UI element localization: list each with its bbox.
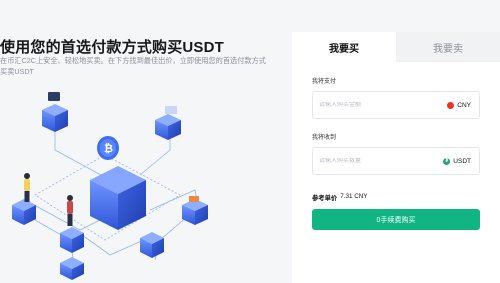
page-title: 使用您的首选付款方式购买USDT (0, 39, 225, 56)
pay-currency-label: CNY (457, 101, 471, 109)
pay-label: 我将支付 (312, 79, 337, 85)
reference-price-label: 参考单价 (312, 195, 338, 202)
pay-amount-input[interactable] (319, 102, 429, 108)
person-figure (67, 195, 73, 226)
tether-icon: ₮ (443, 157, 451, 165)
receive-currency-label: USDT (453, 157, 471, 165)
receive-field: ₮ USDT (312, 147, 480, 175)
svg-text:₿: ₿ (104, 142, 113, 155)
trade-tabs: 我要买 我要卖 (292, 32, 500, 62)
pay-currency-select[interactable]: CNY (447, 101, 471, 109)
reference-price: 参考单价 7.31 CNY (312, 193, 480, 202)
tab-buy[interactable]: 我要买 (292, 32, 396, 62)
node-block (140, 232, 164, 258)
node-block (60, 257, 84, 280)
node-block (155, 106, 181, 140)
cny-flag-icon (447, 101, 455, 109)
trade-form: 我将支付 CNY 我将收到 ₮ USDT 参考单价 7.31 CNY 0手续费购… (292, 76, 500, 230)
reference-price-value: 7.31 CNY (340, 193, 368, 200)
receive-label: 我将收到 (312, 135, 337, 141)
tab-sell[interactable]: 我要卖 (396, 32, 500, 62)
buy-button[interactable]: 0手续费购买 (312, 209, 480, 230)
person-figure (24, 173, 30, 202)
page-subtitle: 在币汇C2C上安全、轻松地买卖。在下方找到最佳出价，立即使用您的首选付款方式买卖… (0, 56, 266, 76)
bitcoin-icon: ₿ (97, 136, 119, 160)
trade-card: 我要买 我要卖 我将支付 CNY 我将收到 ₮ USDT 参考单价 7.31 C… (292, 32, 500, 283)
node-block (182, 196, 208, 225)
blockchain-network-illustration: ₿ (12, 92, 208, 280)
pay-field: CNY (312, 91, 480, 119)
node-block (12, 199, 36, 225)
node-block (60, 227, 84, 253)
node-block (42, 92, 68, 132)
receive-amount-input[interactable] (319, 158, 429, 164)
receive-currency-select[interactable]: ₮ USDT (443, 157, 471, 165)
